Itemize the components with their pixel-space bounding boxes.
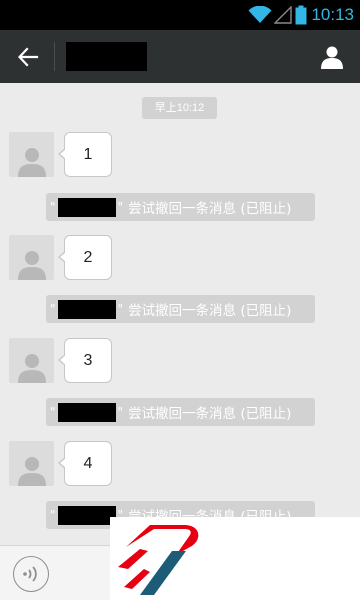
voice-toggle-button[interactable] xyxy=(13,556,49,592)
redacted-name xyxy=(57,402,116,422)
back-button[interactable] xyxy=(6,30,50,83)
action-bar-divider xyxy=(54,42,55,71)
watermark-logo-area xyxy=(110,517,360,600)
default-avatar-icon xyxy=(17,354,46,383)
status-time: 10:13 xyxy=(311,5,354,24)
default-avatar-icon xyxy=(17,148,46,177)
default-avatar-icon xyxy=(17,251,46,280)
message-bubble[interactable]: 3 xyxy=(58,338,112,383)
avatar[interactable] xyxy=(9,132,54,177)
avatar[interactable] xyxy=(9,338,54,383)
notice-quote-open: " xyxy=(50,508,56,522)
wifi-icon xyxy=(248,6,272,23)
timestamp-chip: 早上10:12 xyxy=(142,97,217,119)
message-bubble[interactable]: 1 xyxy=(58,132,112,177)
battery-icon xyxy=(295,5,307,25)
default-avatar-icon xyxy=(17,457,46,486)
recall-notice: " " 尝试撤回一条消息 (已阻止) xyxy=(46,193,315,221)
status-icons: 10:13 xyxy=(248,0,360,30)
redacted-name xyxy=(57,299,116,319)
back-arrow-icon xyxy=(17,46,39,67)
status-bar: 10:13 xyxy=(0,0,360,30)
message-bubble[interactable]: 2 xyxy=(58,235,112,280)
profile-button[interactable] xyxy=(310,30,354,83)
notice-quote-open: " xyxy=(50,405,56,419)
notice-quote-open: " xyxy=(50,200,56,214)
voice-icon xyxy=(23,566,37,582)
notice-quote-open: " xyxy=(50,302,56,316)
notice-text: 尝试撤回一条消息 (已阻止) xyxy=(128,406,292,422)
notice-text: 尝试撤回一条消息 (已阻止) xyxy=(128,303,292,319)
redacted-name xyxy=(57,505,116,525)
notice-quote-close: " xyxy=(117,302,124,316)
recall-notice: " " 尝试撤回一条消息 (已阻止) xyxy=(46,398,315,426)
signal-icon xyxy=(274,6,293,24)
chat-title-redacted xyxy=(66,42,147,71)
notice-text: 尝试撤回一条消息 (已阻止) xyxy=(128,201,292,217)
notice-quote-close: " xyxy=(117,405,124,419)
brand-logo-icon xyxy=(118,525,199,595)
avatar[interactable] xyxy=(9,235,54,280)
chat-area[interactable]: 早上10:12 1 " " 尝试撤回一条消息 (已阻止) 2 " " 尝试撤回一… xyxy=(0,83,360,545)
redacted-name xyxy=(57,197,116,217)
message-bubble[interactable]: 4 xyxy=(58,441,112,486)
notice-quote-close: " xyxy=(117,200,124,214)
recall-notice: " " 尝试撤回一条消息 (已阻止) xyxy=(46,295,315,323)
avatar[interactable] xyxy=(9,441,54,486)
action-bar xyxy=(0,30,360,83)
person-icon xyxy=(321,46,343,69)
